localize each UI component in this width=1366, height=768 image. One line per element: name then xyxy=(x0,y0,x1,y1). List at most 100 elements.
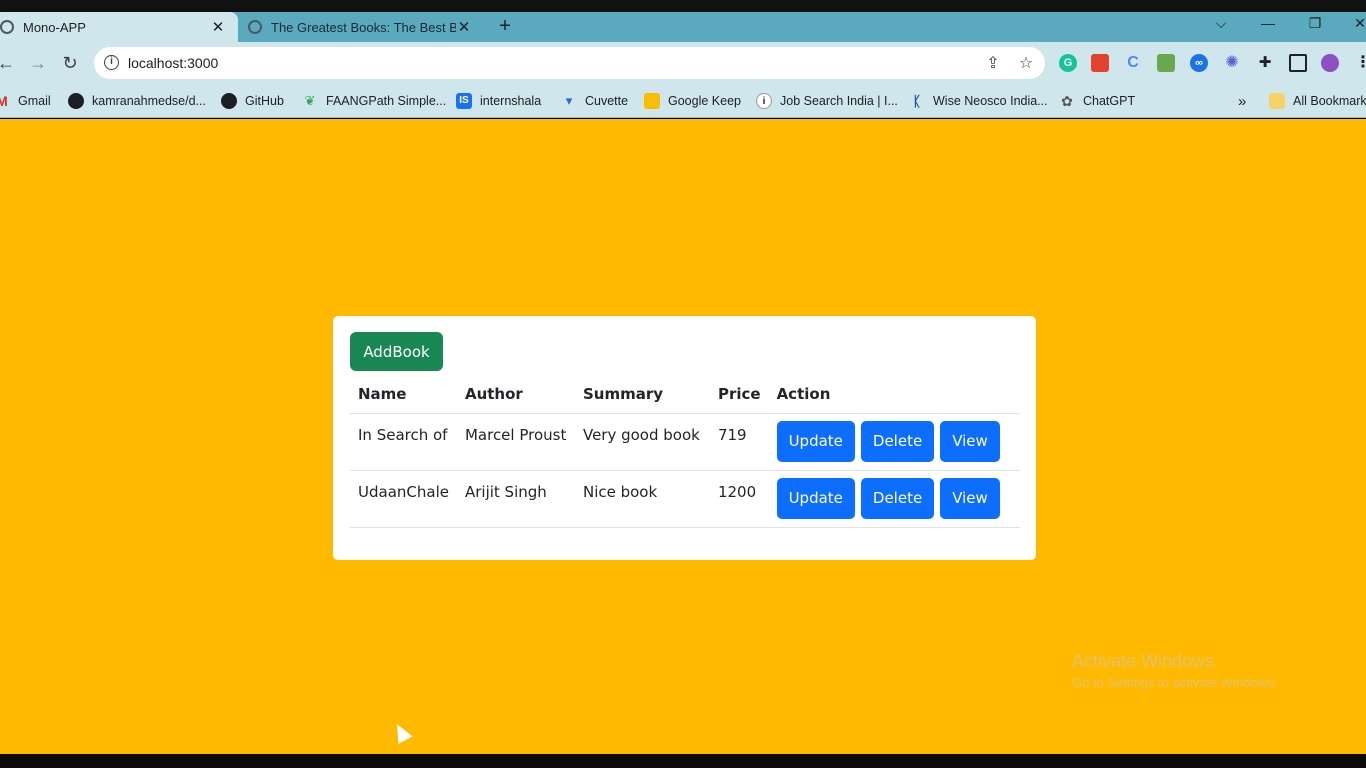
watermark-subtitle: Go to Settings to activate Windows. xyxy=(1072,675,1278,690)
share-icon[interactable]: ⇪ xyxy=(983,53,1003,73)
minimize-button[interactable]: — xyxy=(1250,12,1286,36)
cell-actions: Update Delete View xyxy=(768,413,1020,471)
bookmarks-bar: M Gmail kamranahmedse/d... GitHub ❦ FAAN… xyxy=(0,84,1366,118)
bookmark-cuvette[interactable]: ▾ Cuvette xyxy=(561,92,628,110)
avatar[interactable] xyxy=(1321,54,1339,72)
tab-mono-app[interactable]: Mono-APP ✕ xyxy=(0,12,238,42)
bookmark-job-search[interactable]: i Job Search India | I... xyxy=(756,92,898,110)
back-icon[interactable]: ← xyxy=(0,51,18,75)
restore-button[interactable]: ❐ xyxy=(1297,12,1333,36)
reload-icon[interactable]: ↻ xyxy=(58,51,82,75)
table-header-row: Name Author Summary Price Action xyxy=(350,376,1020,414)
table-row: UdaanChale Arijit Singh Nice book 1200 U… xyxy=(350,470,1020,528)
column-header-name: Name xyxy=(350,376,457,414)
view-button[interactable]: View xyxy=(940,420,1000,462)
books-table: Name Author Summary Price Action In Sear… xyxy=(350,376,1020,528)
chatgpt-icon: ✿ xyxy=(1061,93,1073,109)
screen-bottom-edge xyxy=(0,754,1366,768)
bookmark-label: Google Keep xyxy=(668,94,741,108)
address-bar[interactable]: i localhost:3000 ⇪ ☆ xyxy=(94,47,1045,79)
bookmark-label: Job Search India | I... xyxy=(780,94,898,108)
screen-top-edge xyxy=(0,0,1366,12)
update-button[interactable]: Update xyxy=(776,420,855,462)
bookmark-label: Cuvette xyxy=(585,94,629,108)
bookmark-label: Wise Neosco India... xyxy=(933,94,1048,108)
browser-toolbar: ← → ↻ i localhost:3000 ⇪ ☆ G C ∞ ✺ ✚ ⋮ xyxy=(0,42,1366,84)
extensions-puzzle-icon[interactable]: ✚ xyxy=(1256,54,1274,72)
tab-search-icon[interactable]: ⌵ xyxy=(1203,12,1239,36)
view-button[interactable]: View xyxy=(940,477,1000,519)
bookmark-star-icon[interactable]: ☆ xyxy=(1016,53,1036,73)
cell-summary: Nice book xyxy=(574,470,710,528)
info-icon: i xyxy=(756,93,772,109)
more-bookmarks-icon[interactable]: » xyxy=(1238,92,1246,110)
tab-greatest-books[interactable]: The Greatest Books: The Best Bo ✕ xyxy=(242,12,480,42)
delete-button[interactable]: Delete xyxy=(860,420,935,462)
forward-icon[interactable]: → xyxy=(26,51,50,75)
bookmark-label: All Bookmarks xyxy=(1293,94,1366,108)
c-extension-icon[interactable]: C xyxy=(1124,54,1142,72)
bookmark-wise-neosco[interactable]: ᛕ Wise Neosco India... xyxy=(909,92,1048,110)
cell-price: 1200 xyxy=(709,470,769,528)
browser-window: Mono-APP ✕ The Greatest Books: The Best … xyxy=(0,0,1366,768)
cell-summary: Very good book xyxy=(574,413,710,471)
cell-actions: Update Delete View xyxy=(768,470,1020,528)
bookmark-gmail[interactable]: M Gmail xyxy=(0,92,51,110)
table-row: In Search of Marcel Proust Very good boo… xyxy=(350,413,1020,471)
print-extension-icon[interactable] xyxy=(1157,54,1175,72)
activate-windows-watermark: Activate Windows Go to Settings to activ… xyxy=(1072,650,1277,694)
window-close-button[interactable]: ✕ xyxy=(1342,12,1366,36)
address-url: localhost:3000 xyxy=(128,55,219,71)
side-panel-icon[interactable] xyxy=(1289,54,1307,72)
bookmark-label: GitHub xyxy=(245,94,284,108)
tab-close-icon[interactable]: ✕ xyxy=(456,18,472,36)
bookmark-internshala[interactable]: IS internshala xyxy=(456,92,541,110)
cell-name: In Search of xyxy=(350,413,457,471)
bookmark-google-keep[interactable]: Google Keep xyxy=(644,92,741,110)
column-header-author: Author xyxy=(456,376,575,414)
neosco-icon: ᛕ xyxy=(912,93,922,109)
site-info-icon[interactable]: i xyxy=(104,55,119,70)
bookmark-faangpath[interactable]: ❦ FAANGPath Simple... xyxy=(302,92,447,110)
bookmark-label: ChatGPT xyxy=(1083,94,1136,108)
gmail-icon: M xyxy=(0,93,8,109)
cell-price: 719 xyxy=(709,413,769,471)
keep-icon xyxy=(644,93,660,109)
tab-title: Mono-APP xyxy=(23,19,86,35)
cuvette-icon: ▾ xyxy=(565,93,573,108)
column-header-price: Price xyxy=(709,376,769,414)
github-icon xyxy=(68,93,84,109)
folder-icon xyxy=(1269,93,1285,109)
bookmark-label: FAANGPath Simple... xyxy=(326,94,447,108)
bookmark-label: Gmail xyxy=(18,94,51,108)
bookmark-label: internshala xyxy=(480,94,542,108)
update-button[interactable]: Update xyxy=(776,477,855,519)
bookmark-github[interactable]: GitHub xyxy=(221,92,284,110)
globe-icon xyxy=(0,20,14,34)
bookmark-extension-icon[interactable] xyxy=(1091,54,1109,72)
bookmark-chatgpt[interactable]: ✿ ChatGPT xyxy=(1059,92,1135,110)
internshala-icon: IS xyxy=(456,93,472,109)
watermark-title: Activate Windows xyxy=(1072,651,1215,671)
cell-name: UdaanChale xyxy=(350,470,457,528)
books-card: AddBook Name Author Summary Price Action… xyxy=(333,316,1036,560)
menu-icon[interactable]: ⋮ xyxy=(1354,54,1366,72)
gear-extension-icon[interactable]: ✺ xyxy=(1223,54,1241,72)
grammarly-icon[interactable]: G xyxy=(1059,54,1077,72)
faangpath-icon: ❦ xyxy=(304,93,316,108)
tab-title: The Greatest Books: The Best Bo xyxy=(271,19,456,35)
globe-icon xyxy=(248,20,262,34)
delete-button[interactable]: Delete xyxy=(860,477,935,519)
new-tab-button[interactable]: + xyxy=(494,15,516,37)
all-bookmarks[interactable]: All Bookmarks xyxy=(1269,92,1366,110)
mouse-cursor-icon xyxy=(390,720,413,744)
add-book-button[interactable]: AddBook xyxy=(350,332,443,371)
column-header-action: Action xyxy=(768,376,1020,414)
cell-author: Arijit Singh xyxy=(456,470,575,528)
column-header-summary: Summary xyxy=(574,376,710,414)
bookmark-label: kamranahmedse/d... xyxy=(92,94,206,108)
infinity-extension-icon[interactable]: ∞ xyxy=(1190,54,1208,72)
page-content: AddBook Name Author Summary Price Action… xyxy=(0,119,1366,754)
tab-close-icon[interactable]: ✕ xyxy=(210,18,226,36)
bookmark-kamranahmedse[interactable]: kamranahmedse/d... xyxy=(68,92,206,110)
